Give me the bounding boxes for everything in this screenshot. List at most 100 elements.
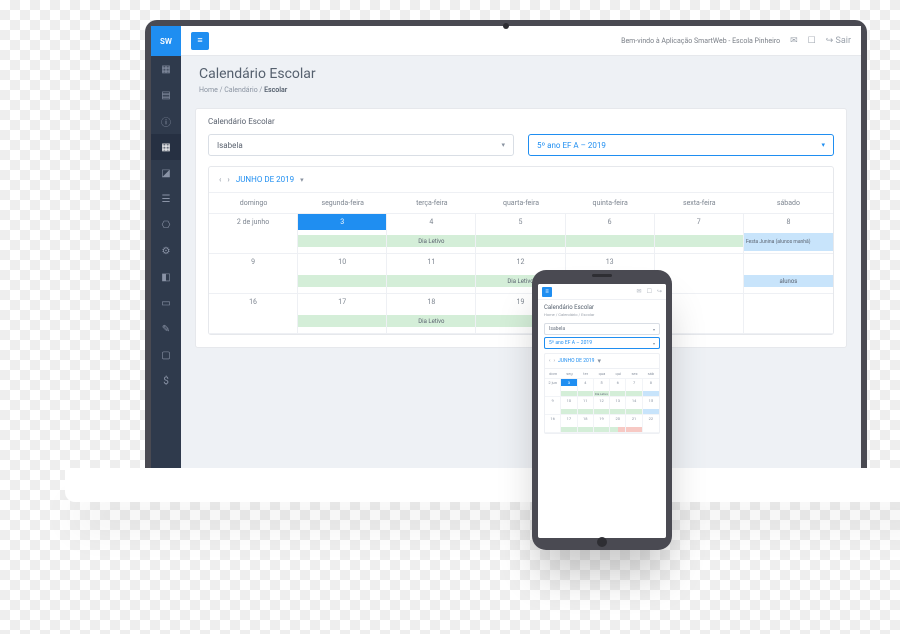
event-dia-letivo[interactable]: Dia Letivo: [387, 315, 475, 327]
event[interactable]: [626, 391, 641, 396]
phone-logout-icon[interactable]: ↪: [657, 288, 662, 295]
next-month-button[interactable]: ›: [227, 175, 229, 184]
crumb-home[interactable]: Home: [199, 86, 218, 94]
nav-item-5-icon[interactable]: ◪: [151, 160, 181, 186]
phone-mail-icon[interactable]: ✉: [637, 288, 642, 295]
event-alunos[interactable]: alunos: [744, 275, 833, 287]
phone-day-cell[interactable]: 11: [578, 397, 594, 415]
day-cell[interactable]: 3: [298, 214, 387, 254]
phone-day-cell[interactable]: 18: [578, 415, 594, 433]
edit-icon[interactable]: ☐: [808, 36, 816, 46]
phone-day-cell[interactable]: 4: [578, 379, 594, 397]
event[interactable]: [578, 409, 593, 414]
event[interactable]: [643, 409, 659, 414]
event[interactable]: [578, 427, 593, 432]
phone-day-cell[interactable]: 9: [545, 397, 561, 415]
day-cell[interactable]: 17: [298, 294, 387, 334]
event[interactable]: [610, 391, 625, 396]
nav-item-12-icon[interactable]: ▢: [151, 342, 181, 368]
day-cell[interactable]: 11: [387, 254, 476, 294]
event[interactable]: [561, 427, 576, 432]
event-dia-letivo[interactable]: [566, 235, 654, 247]
phone-day-cell[interactable]: 7: [626, 379, 642, 397]
day-cell[interactable]: 4Dia Letivo: [387, 214, 476, 254]
event[interactable]: Dia Letivo: [594, 391, 609, 396]
phone-day-cell[interactable]: 21: [626, 415, 642, 433]
phone-day-cell[interactable]: 20: [610, 415, 626, 433]
event-dia-letivo[interactable]: Dia Letivo: [387, 235, 475, 247]
event[interactable]: [561, 391, 576, 396]
nav-item-6-icon[interactable]: ☰: [151, 186, 181, 212]
day-cell[interactable]: [744, 294, 833, 334]
nav-user-icon[interactable]: ⓘ: [151, 108, 181, 134]
event-dia-letivo[interactable]: [655, 235, 743, 247]
nav-calendar-icon[interactable]: ▦: [151, 134, 181, 160]
prev-month-button[interactable]: ‹: [219, 175, 221, 184]
phone-day-cell[interactable]: 10: [561, 397, 577, 415]
nav-item-8-icon[interactable]: ⚙: [151, 238, 181, 264]
day-cell[interactable]: 16: [209, 294, 298, 334]
event[interactable]: [626, 409, 641, 414]
chevron-down-icon[interactable]: ▾: [300, 176, 304, 184]
nav-item-7-icon[interactable]: ⎔: [151, 212, 181, 238]
day-cell[interactable]: 18Dia Letivo: [387, 294, 476, 334]
event[interactable]: [643, 391, 659, 396]
event[interactable]: [626, 427, 641, 432]
event[interactable]: [578, 391, 593, 396]
nav-money-icon[interactable]: $: [151, 368, 181, 394]
nav-doc-icon[interactable]: ▤: [151, 82, 181, 108]
phone-day-cell[interactable]: 15: [643, 397, 659, 415]
event-dia-letivo[interactable]: [387, 275, 475, 287]
breadcrumb: Home / Calendário / Escolar: [199, 86, 843, 94]
nav-item-9-icon[interactable]: ◧: [151, 264, 181, 290]
event[interactable]: [561, 409, 576, 414]
phone-next-month[interactable]: ›: [554, 358, 556, 364]
phone-day-cell[interactable]: 22: [643, 415, 659, 433]
phone-class-select[interactable]: 5º ano EF A – 2019 ▾: [544, 337, 660, 349]
phone-day-cell[interactable]: 2 jun: [545, 379, 561, 397]
event[interactable]: [594, 409, 609, 414]
phone-day-cell[interactable]: 8: [643, 379, 659, 397]
chevron-down-icon[interactable]: ▾: [597, 357, 601, 365]
crumb-calendar[interactable]: Calendário: [224, 86, 257, 94]
phone-day-cell[interactable]: 3: [561, 379, 577, 397]
event-dia-letivo[interactable]: [298, 315, 386, 327]
brand-logo[interactable]: SW: [151, 26, 181, 56]
day-cell[interactable]: 10: [298, 254, 387, 294]
phone-day-cell[interactable]: 14: [626, 397, 642, 415]
event-festa-junina[interactable]: Festa Junina (alunos manhã): [744, 233, 833, 251]
day-cell[interactable]: 7: [655, 214, 744, 254]
day-cell[interactable]: 6: [566, 214, 655, 254]
phone-day-cell[interactable]: 12: [594, 397, 610, 415]
logout-button[interactable]: ↪ Sair: [826, 36, 851, 46]
day-cell[interactable]: 9: [209, 254, 298, 294]
event[interactable]: [618, 427, 626, 432]
nav-dashboard-icon[interactable]: ▦: [151, 56, 181, 82]
day-cell[interactable]: alunos: [744, 254, 833, 294]
phone-menu-button[interactable]: ≡: [542, 287, 552, 297]
event-dia-letivo[interactable]: [298, 275, 386, 287]
mail-icon[interactable]: ✉: [790, 36, 798, 46]
event-dia-letivo[interactable]: [298, 235, 386, 247]
phone-day-cell[interactable]: 6: [610, 379, 626, 397]
nav-item-10-icon[interactable]: ▭: [151, 290, 181, 316]
student-select[interactable]: Isabela ▾: [208, 134, 514, 156]
phone-day-cell[interactable]: 5Dia Letivo: [594, 379, 610, 397]
menu-toggle-button[interactable]: ≡: [191, 32, 209, 50]
class-select[interactable]: 5º ano EF A – 2019 ▾: [528, 134, 834, 156]
phone-edit-icon[interactable]: ☐: [647, 288, 652, 295]
day-cell[interactable]: 5: [476, 214, 565, 254]
phone-student-select[interactable]: Isabela ▾: [544, 323, 660, 335]
day-cell[interactable]: 8Festa Junina (alunos manhã): [744, 214, 833, 254]
phone-day-cell[interactable]: 16: [545, 415, 561, 433]
day-cell[interactable]: 2 de junho: [209, 214, 298, 254]
phone-day-cell[interactable]: 19: [594, 415, 610, 433]
phone-day-cell[interactable]: 17: [561, 415, 577, 433]
nav-item-11-icon[interactable]: ✎: [151, 316, 181, 342]
phone-prev-month[interactable]: ‹: [549, 358, 551, 364]
event-dia-letivo[interactable]: [476, 235, 564, 247]
event[interactable]: [594, 427, 609, 432]
event[interactable]: [610, 409, 625, 414]
event[interactable]: [610, 427, 618, 432]
phone-day-cell[interactable]: 13: [610, 397, 626, 415]
